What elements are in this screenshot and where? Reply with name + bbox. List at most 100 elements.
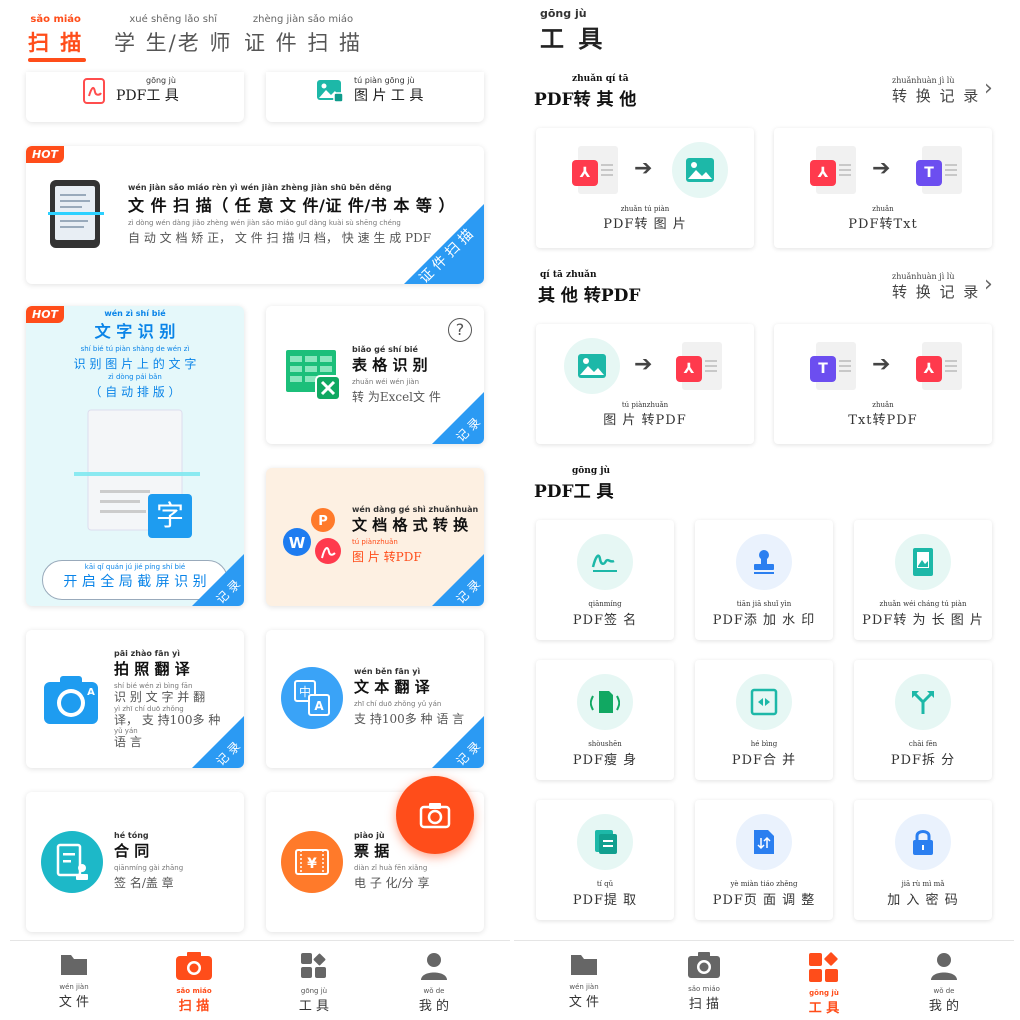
text-translate-icon: 中 A (281, 667, 343, 729)
camera-icon (176, 952, 212, 980)
nav-tools[interactable]: gōng jù 工 具 (784, 951, 864, 1016)
chevron-right-icon[interactable]: › (984, 272, 993, 297)
arrow-right-icon: ➔ (634, 156, 653, 181)
document-scan-card[interactable]: HOT wén jiàn sǎo miáo rèn yì wén jiàn zh… (26, 146, 484, 284)
ocr-desc: 识 别 图 片 上 的 文 字 (73, 357, 197, 371)
split-arrow-icon (895, 674, 951, 730)
nav-label: 工 具 (808, 1001, 840, 1016)
pdf-file-icon: ⅄ (810, 146, 856, 194)
history-corner-label: 记 录 (453, 415, 484, 444)
contract-title: 合 同 (114, 842, 150, 860)
global-screenshot-ocr-button[interactable]: kāi qǐ quán jú jié píng shí bié 开 启 全 局 … (42, 560, 228, 600)
nav-mine[interactable]: wǒ de 我 的 (394, 951, 474, 1014)
pdf-file-icon: ⅄ (916, 342, 962, 390)
pdf-to-txt-card[interactable]: ⅄ ➔ T zhuǎn PDF转Txt (774, 128, 992, 248)
text-recognition-card[interactable]: HOT wén zì shí bié 文 字 识 别 shí bié tú pi… (26, 306, 244, 606)
user-icon (421, 953, 447, 980)
history-corner-label: 记 录 (453, 577, 484, 606)
svg-text:P: P (318, 514, 328, 529)
doc-scan-pinyin: wén jiàn sǎo miáo rèn yì wén jiàn zhèng … (128, 183, 392, 192)
txt-to-pdf-card[interactable]: T ➔ ⅄ zhuǎn Txt转PDF (774, 324, 992, 444)
hot-badge: HOT (26, 146, 65, 163)
tab-student-teacher[interactable]: xué shēng lǎo shī 学 生/老 师 (114, 14, 232, 57)
add-password-tool[interactable]: jiā rù mì mǎ 加 入 密 码 (854, 800, 992, 920)
camera-fab-button[interactable] (396, 776, 474, 854)
nav-scan[interactable]: sǎo miáo 扫 描 (154, 951, 234, 1014)
tool-text: PDF拆 分 (890, 753, 956, 768)
pdf-sign-tool[interactable]: qiānmíng PDF签 名 (536, 520, 674, 640)
contract-desc: 签 名/盖 章 (114, 876, 174, 890)
tool-label: jiā rù mì mǎ 加 入 密 码 (854, 880, 992, 908)
image-tools-label: 图 片 工 具 (354, 88, 424, 104)
nav-scan[interactable]: sǎo miáo 扫 描 (664, 951, 744, 1012)
image-to-pdf-card[interactable]: ➔ ⅄ tú piànzhuǎn 图 片 转PDF (536, 324, 754, 444)
format-desc-pinyin: tú piànzhuǎn (352, 538, 398, 546)
conv-pinyin: zhuǎn (872, 401, 894, 409)
chevron-right-icon[interactable]: › (984, 76, 993, 101)
section-pinyin: gōng jù (572, 466, 611, 476)
tab-pinyin: zhèng jiàn sǎo miáo (252, 14, 354, 25)
photo-translate-card[interactable]: A pāi zhào fān yì 拍 照 翻 译 shí bié wén zì… (26, 630, 244, 768)
page-title-pinyin: gōng jù (540, 7, 587, 20)
table-recognition-card[interactable]: biǎo gé shí bié 表 格 识 别 zhuǎn wéi wén ji… (266, 306, 484, 444)
text-translate-card[interactable]: 中 A wén běn fān yì 文 本 翻 译 zhī chí duō z… (266, 630, 484, 768)
tool-text: PDF签 名 (572, 613, 638, 628)
text-translate-desc: 支 持100多 种 语 言 (354, 712, 465, 726)
nav-pinyin: gōng jù (300, 987, 328, 995)
pdf-extract-tool[interactable]: tí qǔ PDF提 取 (536, 800, 674, 920)
stamp-icon (736, 534, 792, 590)
table-title: 表 格 识 别 (352, 356, 428, 374)
pdf-split-tool[interactable]: chāi fēn PDF拆 分 (854, 660, 992, 780)
photo-translate-title: 拍 照 翻 译 (114, 660, 190, 678)
contract-card[interactable]: hé tóng 合 同 qiānmíng gài zhāng 签 名/盖 章 (26, 792, 244, 932)
pdf-to-image-card[interactable]: ⅄ ➔ zhuǎn tú piàn PDF转 图 片 (536, 128, 754, 248)
image-tools-pinyin: tú piàn gōng jù (354, 76, 415, 85)
image-tools-card[interactable]: tú piàn gōng jù 图 片 工 具 (266, 72, 484, 122)
tool-pinyin: shòushēn (588, 740, 622, 748)
history-label: 转 换 记 录 (892, 283, 981, 301)
receipt-desc: 电 子 化/分 享 (354, 876, 430, 890)
conversion-history-link[interactable]: zhuǎnhuàn jì lù 转 换 记 录 (892, 76, 980, 106)
tool-pinyin: jiā rù mì mǎ (901, 880, 945, 888)
nav-label: 扫 描 (178, 999, 210, 1014)
tool-text: 加 入 密 码 (887, 893, 959, 908)
help-icon[interactable]: ? (448, 318, 472, 342)
user-icon (931, 953, 957, 980)
long-image-icon (895, 534, 951, 590)
nav-files[interactable]: wén jiàn 文 件 (34, 951, 114, 1010)
tool-pinyin: chāi fēn (908, 740, 938, 748)
pdf-page-adjust-tool[interactable]: yè miàn tiáo zhěng PDF页 面 调 整 (695, 800, 833, 920)
format-title: 文 档 格 式 转 换 (352, 516, 469, 534)
nav-label: 扫 描 (688, 997, 720, 1012)
section-pdf-to-other: zhuǎn qí tā PDF转 其 他 (534, 74, 636, 110)
tab-label: 扫 描 (28, 30, 84, 55)
pdf-to-long-image-tool[interactable]: zhuǎn wéi cháng tú piàn PDF转 为 长 图 片 (854, 520, 992, 640)
pdf-merge-tool[interactable]: hé bìng PDF合 并 (695, 660, 833, 780)
pdf-tools-card[interactable]: gōng jù PDF工 具 (26, 72, 244, 122)
table-desc-pinyin: zhuǎn wéi wén jiàn (352, 378, 420, 386)
nav-files[interactable]: wén jiàn 文 件 (544, 951, 624, 1010)
nav-pinyin: sǎo miáo (688, 985, 720, 993)
section-pinyin: zhuǎn qí tā (572, 74, 629, 84)
txt-file-icon: T (810, 342, 856, 390)
svg-text:A: A (87, 687, 95, 698)
tab-id-scan[interactable]: zhèng jiàn sǎo miáo 证 件 扫 描 (244, 14, 362, 57)
tool-label: yè miàn tiáo zhěng PDF页 面 调 整 (695, 880, 833, 908)
format-conversion-card[interactable]: P W wén dàng gé shì zhuǎnhuàn 文 档 格 式 转 … (266, 468, 484, 606)
conv-label: tú piànzhuǎn 图 片 转PDF (536, 401, 754, 428)
image-icon (317, 80, 344, 103)
tool-pinyin: yè miàn tiáo zhěng (730, 880, 798, 888)
lock-icon (895, 814, 951, 870)
svg-text:A: A (314, 699, 324, 713)
tab-pinyin: sǎo miáo (30, 14, 81, 25)
pdf-watermark-tool[interactable]: tiān jiā shuǐ yìn PDF添 加 水 印 (695, 520, 833, 640)
nav-tools[interactable]: gōng jù 工 具 (274, 951, 354, 1014)
tab-scan[interactable]: sǎo miáo 扫 描 (28, 14, 83, 57)
nav-mine[interactable]: wǒ de 我 的 (904, 951, 984, 1014)
tool-text: PDF转 为 长 图 片 (862, 613, 984, 628)
pdf-compress-tool[interactable]: shòushēn PDF瘦 身 (536, 660, 674, 780)
camera-icon (688, 952, 720, 978)
section-title: 其 他 转PDF (538, 286, 641, 306)
conv-pinyin: zhuǎn (872, 205, 894, 213)
conversion-history-link[interactable]: zhuǎnhuàn jì lù 转 换 记 录 (892, 272, 980, 302)
